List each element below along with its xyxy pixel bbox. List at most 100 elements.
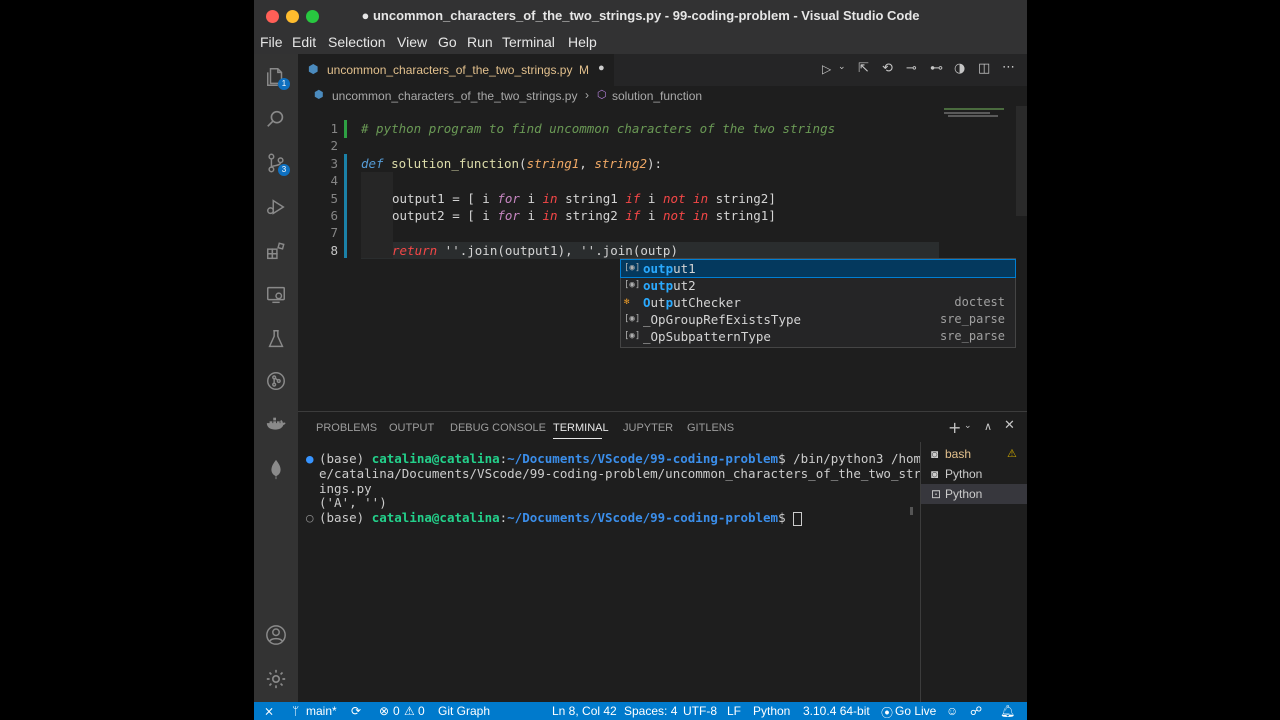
- explorer-badge: 1: [278, 78, 290, 90]
- tab-uncommon-characters[interactable]: ⬢ uncommon_characters_of_the_two_strings…: [298, 54, 614, 86]
- menu-go[interactable]: Go: [438, 34, 457, 50]
- unsaved-dot-icon[interactable]: ●: [598, 62, 605, 74]
- code-line-6: output2 = [ i for i in string2 if i not …: [392, 208, 776, 223]
- timeline-icon[interactable]: ◑: [954, 61, 965, 76]
- menu-view[interactable]: View: [397, 34, 427, 50]
- menu-selection[interactable]: Selection: [328, 34, 386, 50]
- cursor-position[interactable]: Ln 8, Col 42: [552, 704, 617, 718]
- branch-name[interactable]: main*: [306, 704, 337, 718]
- feedback-icon[interactable]: ☍: [970, 704, 982, 718]
- run-dropdown-chevron-icon[interactable]: ⌄: [838, 62, 846, 72]
- suggestion-item[interactable]: ✻ OutputChecker doctest: [621, 294, 1015, 311]
- terminal-line: ings.py: [319, 480, 372, 496]
- window-title-text: uncommon_characters_of_the_two_strings.p…: [372, 8, 920, 23]
- tab-debug-console[interactable]: DEBUG CONSOLE: [450, 422, 546, 434]
- close-panel-icon[interactable]: ✕: [1004, 418, 1015, 433]
- broadcast-icon[interactable]: ⦿: [881, 704, 893, 720]
- terminal-output[interactable]: ● (base) catalina@catalina:~/Documents/VS…: [306, 451, 921, 526]
- mongodb-icon[interactable]: [264, 458, 288, 482]
- unsaved-dot: ●: [361, 8, 370, 23]
- title-bar: ● uncommon_characters_of_the_two_strings…: [254, 0, 1027, 32]
- tab-gitlens[interactable]: GITLENS: [687, 422, 734, 434]
- sync-icon[interactable]: ⟳: [351, 704, 361, 718]
- previous-change-icon[interactable]: ⊸: [906, 61, 917, 76]
- tab-terminal[interactable]: TERMINAL: [553, 422, 609, 434]
- suggestion-item[interactable]: [◉] _OpSubpatternType sre_parse: [621, 328, 1015, 345]
- menu-file[interactable]: File: [260, 34, 283, 50]
- terminal-item-bash[interactable]: ◙ bash ⚠: [921, 444, 1027, 464]
- more-actions-icon[interactable]: ⋯: [1002, 60, 1015, 75]
- tab-git-status: M: [579, 63, 589, 77]
- menu-bar: File Edit Selection View Go Run Terminal…: [254, 32, 1027, 54]
- terminal-line: ○ (base) catalina@catalina:~/Documents/VS…: [306, 510, 906, 526]
- maximize-panel-icon[interactable]: ∧: [984, 420, 992, 433]
- terminal-line: ('A', ''): [319, 495, 387, 511]
- minimap[interactable]: [940, 106, 1016, 120]
- next-change-icon[interactable]: ⊷: [930, 61, 943, 76]
- testing-icon[interactable]: [264, 328, 288, 352]
- line-number: 2: [330, 138, 338, 153]
- editor-scrollbar[interactable]: [1016, 106, 1027, 216]
- end-of-line[interactable]: LF: [727, 704, 741, 718]
- variable-icon: [◉]: [624, 314, 641, 324]
- accounts-icon[interactable]: [264, 624, 288, 648]
- suggestion-item[interactable]: [◉] _OpGroupRefExistsType sre_parse: [621, 311, 1015, 328]
- indent-guide-area: [361, 172, 393, 258]
- git-graph-icon[interactable]: [264, 370, 288, 394]
- encoding[interactable]: UTF-8: [683, 704, 717, 718]
- terminal-list: ◙ bash ⚠ ◙ Python ⊡ Python: [920, 442, 1027, 702]
- terminal-icon: ◙: [931, 447, 939, 461]
- variable-icon: [◉]: [624, 331, 641, 341]
- line-number: 7: [330, 225, 338, 240]
- git-graph-status[interactable]: Git Graph: [438, 704, 490, 718]
- tab-filename: uncommon_characters_of_the_two_strings.p…: [327, 63, 573, 77]
- open-changes-icon[interactable]: ⇱: [858, 61, 869, 76]
- active-tab-underline: [553, 438, 602, 439]
- remote-explorer-icon[interactable]: [264, 284, 288, 308]
- copilot-icon[interactable]: ☺: [946, 704, 958, 718]
- run-debug-icon[interactable]: [264, 196, 288, 220]
- warning-icon[interactable]: ⚠: [404, 704, 415, 718]
- status-bar: ⨯ ᛘ main* ⟳ ⊗ 0 ⚠ 0 Git Graph Ln 8, Col …: [254, 702, 1027, 720]
- error-count[interactable]: 0: [393, 704, 400, 718]
- git-compare-icon[interactable]: ⟲: [882, 61, 893, 76]
- code-line-3: def solution_function(string1, string2):: [361, 156, 663, 171]
- python-interpreter[interactable]: 3.10.4 64-bit: [803, 704, 870, 718]
- extensions-icon[interactable]: [264, 240, 288, 264]
- terminal-scrollbar[interactable]: [910, 507, 913, 515]
- breadcrumb-file[interactable]: uncommon_characters_of_the_two_strings.p…: [332, 89, 577, 103]
- tab-output[interactable]: OUTPUT: [389, 422, 434, 434]
- line-number: 1: [330, 121, 338, 136]
- go-live-button[interactable]: Go Live: [895, 704, 936, 718]
- run-python-file-icon[interactable]: ▷: [822, 62, 831, 76]
- warning-count[interactable]: 0: [418, 704, 425, 718]
- branch-icon[interactable]: ᛘ: [292, 704, 299, 718]
- notifications-bell-icon[interactable]: 🔔︎: [1000, 704, 1015, 718]
- menu-edit[interactable]: Edit: [292, 34, 316, 50]
- variable-icon: [◉]: [624, 280, 641, 290]
- tab-jupyter[interactable]: JUPYTER: [623, 422, 673, 434]
- code-line-8: return ''.join(output1), ''.join(outp): [392, 243, 678, 258]
- language-mode[interactable]: Python: [753, 704, 790, 718]
- menu-run[interactable]: Run: [467, 34, 493, 50]
- error-icon[interactable]: ⊗: [379, 704, 389, 718]
- terminal-dropdown-chevron-icon[interactable]: ⌄: [964, 421, 972, 431]
- code-line-1: # python program to find uncommon charac…: [361, 121, 836, 136]
- settings-gear-icon[interactable]: [264, 668, 288, 692]
- suggestion-item[interactable]: [◉] output2: [621, 277, 1015, 294]
- tab-problems[interactable]: PROBLEMS: [316, 422, 377, 434]
- indentation[interactable]: Spaces: 4: [624, 704, 677, 718]
- remote-indicator-icon[interactable]: ⨯: [264, 704, 274, 718]
- terminal-item-python-active[interactable]: ⊡ Python: [921, 484, 1027, 504]
- line-number-active: 8: [330, 243, 338, 258]
- menu-terminal[interactable]: Terminal: [502, 34, 555, 50]
- menu-help[interactable]: Help: [568, 34, 597, 50]
- new-terminal-plus-icon[interactable]: +: [948, 418, 961, 437]
- terminal-item-python[interactable]: ◙ Python: [921, 464, 1027, 484]
- search-icon[interactable]: [264, 108, 288, 132]
- docker-icon[interactable]: [264, 414, 288, 438]
- split-editor-icon[interactable]: ◫: [978, 61, 990, 76]
- suggestion-item[interactable]: [◉] output1: [620, 259, 1016, 278]
- editor-tab-bar: ⬢ uncommon_characters_of_the_two_strings…: [298, 54, 1027, 86]
- breadcrumb-symbol[interactable]: solution_function: [612, 89, 702, 103]
